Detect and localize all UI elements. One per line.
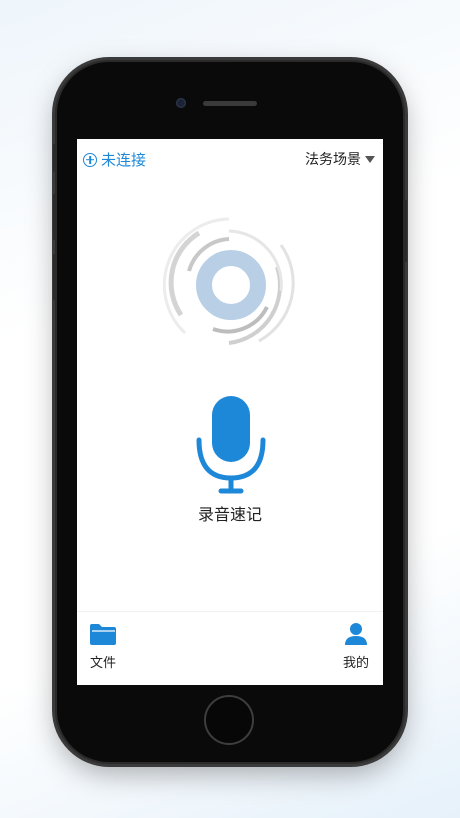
record-label: 录音速记 xyxy=(197,505,262,524)
microphone-icon xyxy=(196,396,266,494)
volume-up-button xyxy=(53,194,56,240)
top-bar: 未连接 法务场景 xyxy=(77,139,383,179)
caret-down-icon xyxy=(365,155,375,163)
connection-ring-animation xyxy=(159,215,299,355)
record-mic-button[interactable] xyxy=(191,390,271,496)
connect-label: 未连接 xyxy=(101,151,147,169)
home-button[interactable] xyxy=(204,695,254,745)
user-icon xyxy=(344,623,367,645)
tab-files-label: 文件 xyxy=(89,656,116,671)
add-circle-icon xyxy=(83,152,97,167)
ring-icon xyxy=(162,217,295,345)
power-button xyxy=(404,200,407,262)
tab-files[interactable]: 文件 xyxy=(89,622,117,671)
earpiece-speaker xyxy=(203,101,257,106)
folder-icon xyxy=(90,624,116,645)
tab-me-label: 我的 xyxy=(342,656,369,671)
bottom-tabbar: 文件 我的 xyxy=(77,611,383,685)
scene-label: 法务场景 xyxy=(305,152,361,168)
volume-down-button xyxy=(53,254,56,300)
phone-frame: 未连接 法务场景 录音速记 文件 我的 xyxy=(53,62,407,762)
scene-dropdown[interactable]: 法务场景 xyxy=(305,149,375,169)
app-screen: 未连接 法务场景 录音速记 文件 我的 xyxy=(77,139,383,685)
mute-switch xyxy=(53,144,56,172)
tab-me[interactable]: 我的 xyxy=(343,622,369,671)
front-camera xyxy=(176,98,186,108)
connect-button[interactable]: 未连接 xyxy=(83,149,146,170)
